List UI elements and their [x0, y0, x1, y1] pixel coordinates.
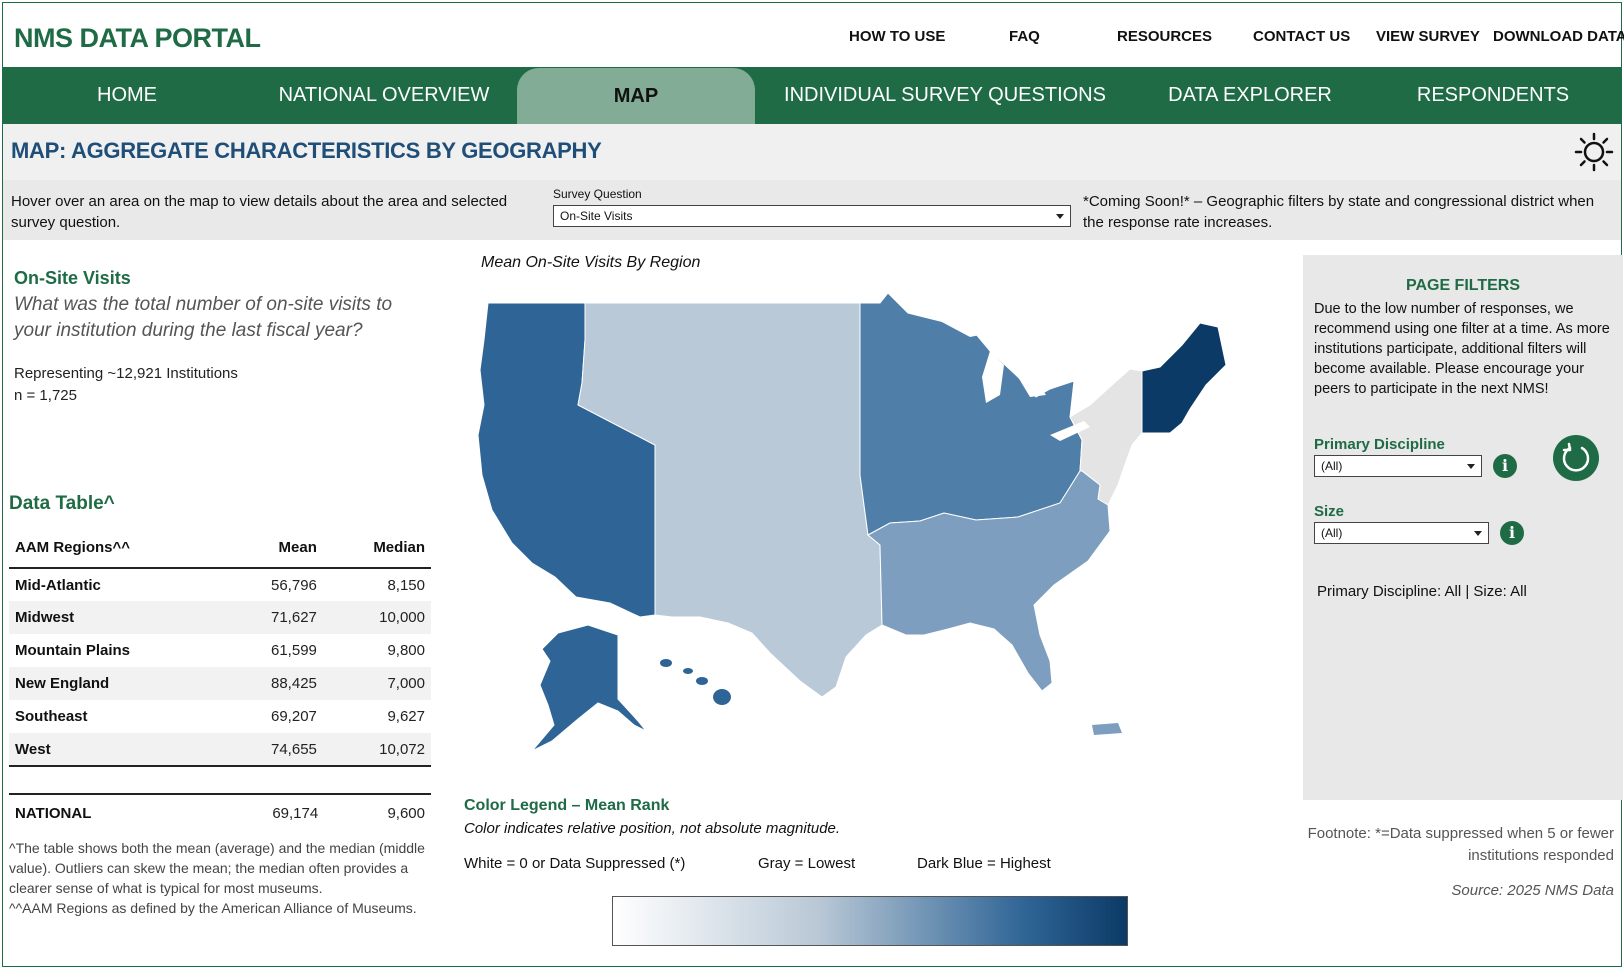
cell-region: West — [9, 733, 225, 767]
table-row: Midwest 71,627 10,000 — [9, 601, 431, 634]
link-download-data[interactable]: DOWNLOAD DATA — [1493, 28, 1624, 45]
cell-region: Southeast — [15, 708, 88, 725]
table-row: West 74,655 10,072 — [9, 733, 431, 767]
page-title: MAP: AGGREGATE CHARACTERISTICS BY GEOGRA… — [11, 138, 602, 163]
region-puerto-rico[interactable] — [1092, 723, 1122, 735]
cell-mean: 56,796 — [271, 576, 317, 594]
cell-median: 9,600 — [387, 804, 425, 822]
cell-mean: 74,655 — [224, 733, 323, 767]
coming-soon-note: *Coming Soon!* – Geographic filters by s… — [1083, 193, 1595, 231]
cell-mean: 61,599 — [271, 642, 317, 659]
legend-dark-blue: Dark Blue = Highest — [917, 855, 1051, 872]
suppression-footnote: Footnote: *=Data suppressed when 5 or fe… — [1307, 825, 1614, 864]
question-title: On-Site Visits — [14, 268, 131, 288]
us-region-map[interactable] — [470, 285, 1270, 775]
survey-question-value: On-Site Visits — [560, 209, 633, 223]
region-new-england[interactable] — [1141, 322, 1227, 434]
tab-respondents[interactable]: RESPONDENTS — [1365, 67, 1621, 124]
info-icon[interactable]: i — [1493, 454, 1517, 478]
cell-mean: 69,174 — [272, 804, 319, 822]
data-table: AAM Regions^^ Mean Median Mid-Atlantic 5… — [9, 528, 431, 767]
cell-region: Mid-Atlantic — [15, 576, 101, 594]
top-bar: NMS DATA PORTAL HOW TO USE FAQ RESOURCES… — [3, 3, 1624, 67]
cell-median: 7,000 — [322, 667, 431, 700]
cell-median: 9,800 — [387, 642, 425, 659]
survey-question-select[interactable]: On-Site Visits — [553, 205, 1071, 227]
link-how-to-use[interactable]: HOW TO USE — [849, 28, 945, 45]
brand-logo[interactable]: NMS DATA PORTAL — [14, 23, 261, 54]
cell-mean: 71,627 — [224, 601, 323, 634]
primary-discipline-label: Primary Discipline — [1314, 436, 1445, 453]
reset-icon[interactable] — [1553, 435, 1599, 481]
hover-instructions: Hover over an area on the map to view de… — [11, 193, 508, 231]
cell-median: 9,627 — [387, 708, 425, 725]
info-icon[interactable]: i — [1500, 521, 1524, 545]
legend-gradient-bar — [612, 896, 1128, 946]
size-label: Size — [1314, 503, 1345, 520]
cell-region: NATIONAL — [15, 804, 92, 822]
info-row: Hover over an area on the map to view de… — [3, 180, 1621, 240]
header-mean: Mean — [224, 528, 323, 569]
cell-region: Midwest — [9, 601, 225, 634]
link-contact-us[interactable]: CONTACT US — [1253, 28, 1350, 45]
legend-white: White = 0 or Data Suppressed (*) — [464, 855, 686, 872]
map-title: Mean On-Site Visits By Region — [481, 254, 701, 271]
table-row: Southeast 69,207 9,627 — [9, 700, 431, 733]
primary-discipline-select[interactable]: (All) — [1314, 455, 1482, 477]
cell-median: 10,000 — [322, 601, 431, 634]
tab-home[interactable]: HOME — [3, 67, 251, 124]
cell-region: New England — [9, 667, 225, 700]
tab-national-overview[interactable]: NATIONAL OVERVIEW — [251, 67, 517, 124]
chevron-down-icon — [1056, 214, 1064, 219]
legend-title: Color Legend – Mean Rank — [464, 797, 670, 814]
table-row: Mid-Atlantic 56,796 8,150 — [9, 568, 431, 601]
survey-question-label: Survey Question — [553, 187, 642, 201]
table-row: Mountain Plains 61,599 9,800 — [9, 634, 431, 667]
link-faq[interactable]: FAQ — [1009, 28, 1040, 45]
table-row: New England 88,425 7,000 — [9, 667, 431, 700]
data-table-title: Data Table^ — [9, 493, 115, 514]
title-row: MAP: AGGREGATE CHARACTERISTICS BY GEOGRA… — [3, 124, 1621, 180]
page-filters-title: PAGE FILTERS — [1405, 277, 1521, 294]
national-table: NATIONAL 69,174 9,600 — [9, 795, 431, 831]
footnote-mean-median: ^The table shows both the mean (average)… — [9, 840, 425, 896]
active-filters-summary: Primary Discipline: All | Size: All — [1317, 583, 1527, 600]
tab-map[interactable]: MAP — [517, 68, 755, 124]
cell-region: Mountain Plains — [15, 642, 131, 659]
header-region: AAM Regions^^ — [9, 528, 225, 569]
table-footnotes: ^The table shows both the mean (average)… — [9, 838, 429, 918]
page-filters-panel: PAGE FILTERS Due to the low number of re… — [1303, 255, 1623, 800]
region-hawaii[interactable] — [660, 659, 731, 705]
link-view-survey[interactable]: VIEW SURVEY — [1376, 28, 1480, 45]
cell-median: 8,150 — [387, 576, 425, 594]
chevron-down-icon — [1474, 531, 1482, 536]
footnote-aam-regions: ^^AAM Regions as defined by the American… — [9, 900, 417, 916]
page-filters-description: Due to the low number of responses, we r… — [1314, 301, 1610, 397]
sample-size: n = 1,725 — [14, 387, 77, 404]
sun-icon[interactable] — [1573, 131, 1615, 173]
size-value: (All) — [1321, 526, 1343, 540]
chevron-down-icon — [1467, 464, 1475, 469]
link-resources[interactable]: RESOURCES — [1117, 28, 1212, 45]
legend-gray: Gray = Lowest — [758, 855, 856, 872]
legend-subtitle: Color indicates relative position, not a… — [464, 820, 841, 837]
region-alaska[interactable] — [531, 624, 647, 752]
tab-individual-survey-questions[interactable]: INDIVIDUAL SURVEY QUESTIONS — [755, 67, 1135, 124]
cell-mean: 69,207 — [271, 708, 317, 725]
primary-discipline-value: (All) — [1321, 459, 1343, 473]
data-source: Source: 2025 NMS Data — [1451, 882, 1614, 899]
header-median: Median — [322, 528, 431, 569]
tab-data-explorer[interactable]: DATA EXPLORER — [1135, 67, 1365, 124]
representing-count: Representing ~12,921 Institutions — [14, 365, 238, 382]
cell-mean: 88,425 — [224, 667, 323, 700]
main-nav: HOME NATIONAL OVERVIEW MAP INDIVIDUAL SU… — [3, 67, 1621, 124]
cell-median: 10,072 — [322, 733, 431, 767]
size-select[interactable]: (All) — [1314, 522, 1489, 544]
question-text: What was the total number of on-site vis… — [14, 294, 393, 341]
national-row: NATIONAL 69,174 9,600 — [9, 795, 431, 831]
table-header-row: AAM Regions^^ Mean Median — [9, 528, 431, 569]
